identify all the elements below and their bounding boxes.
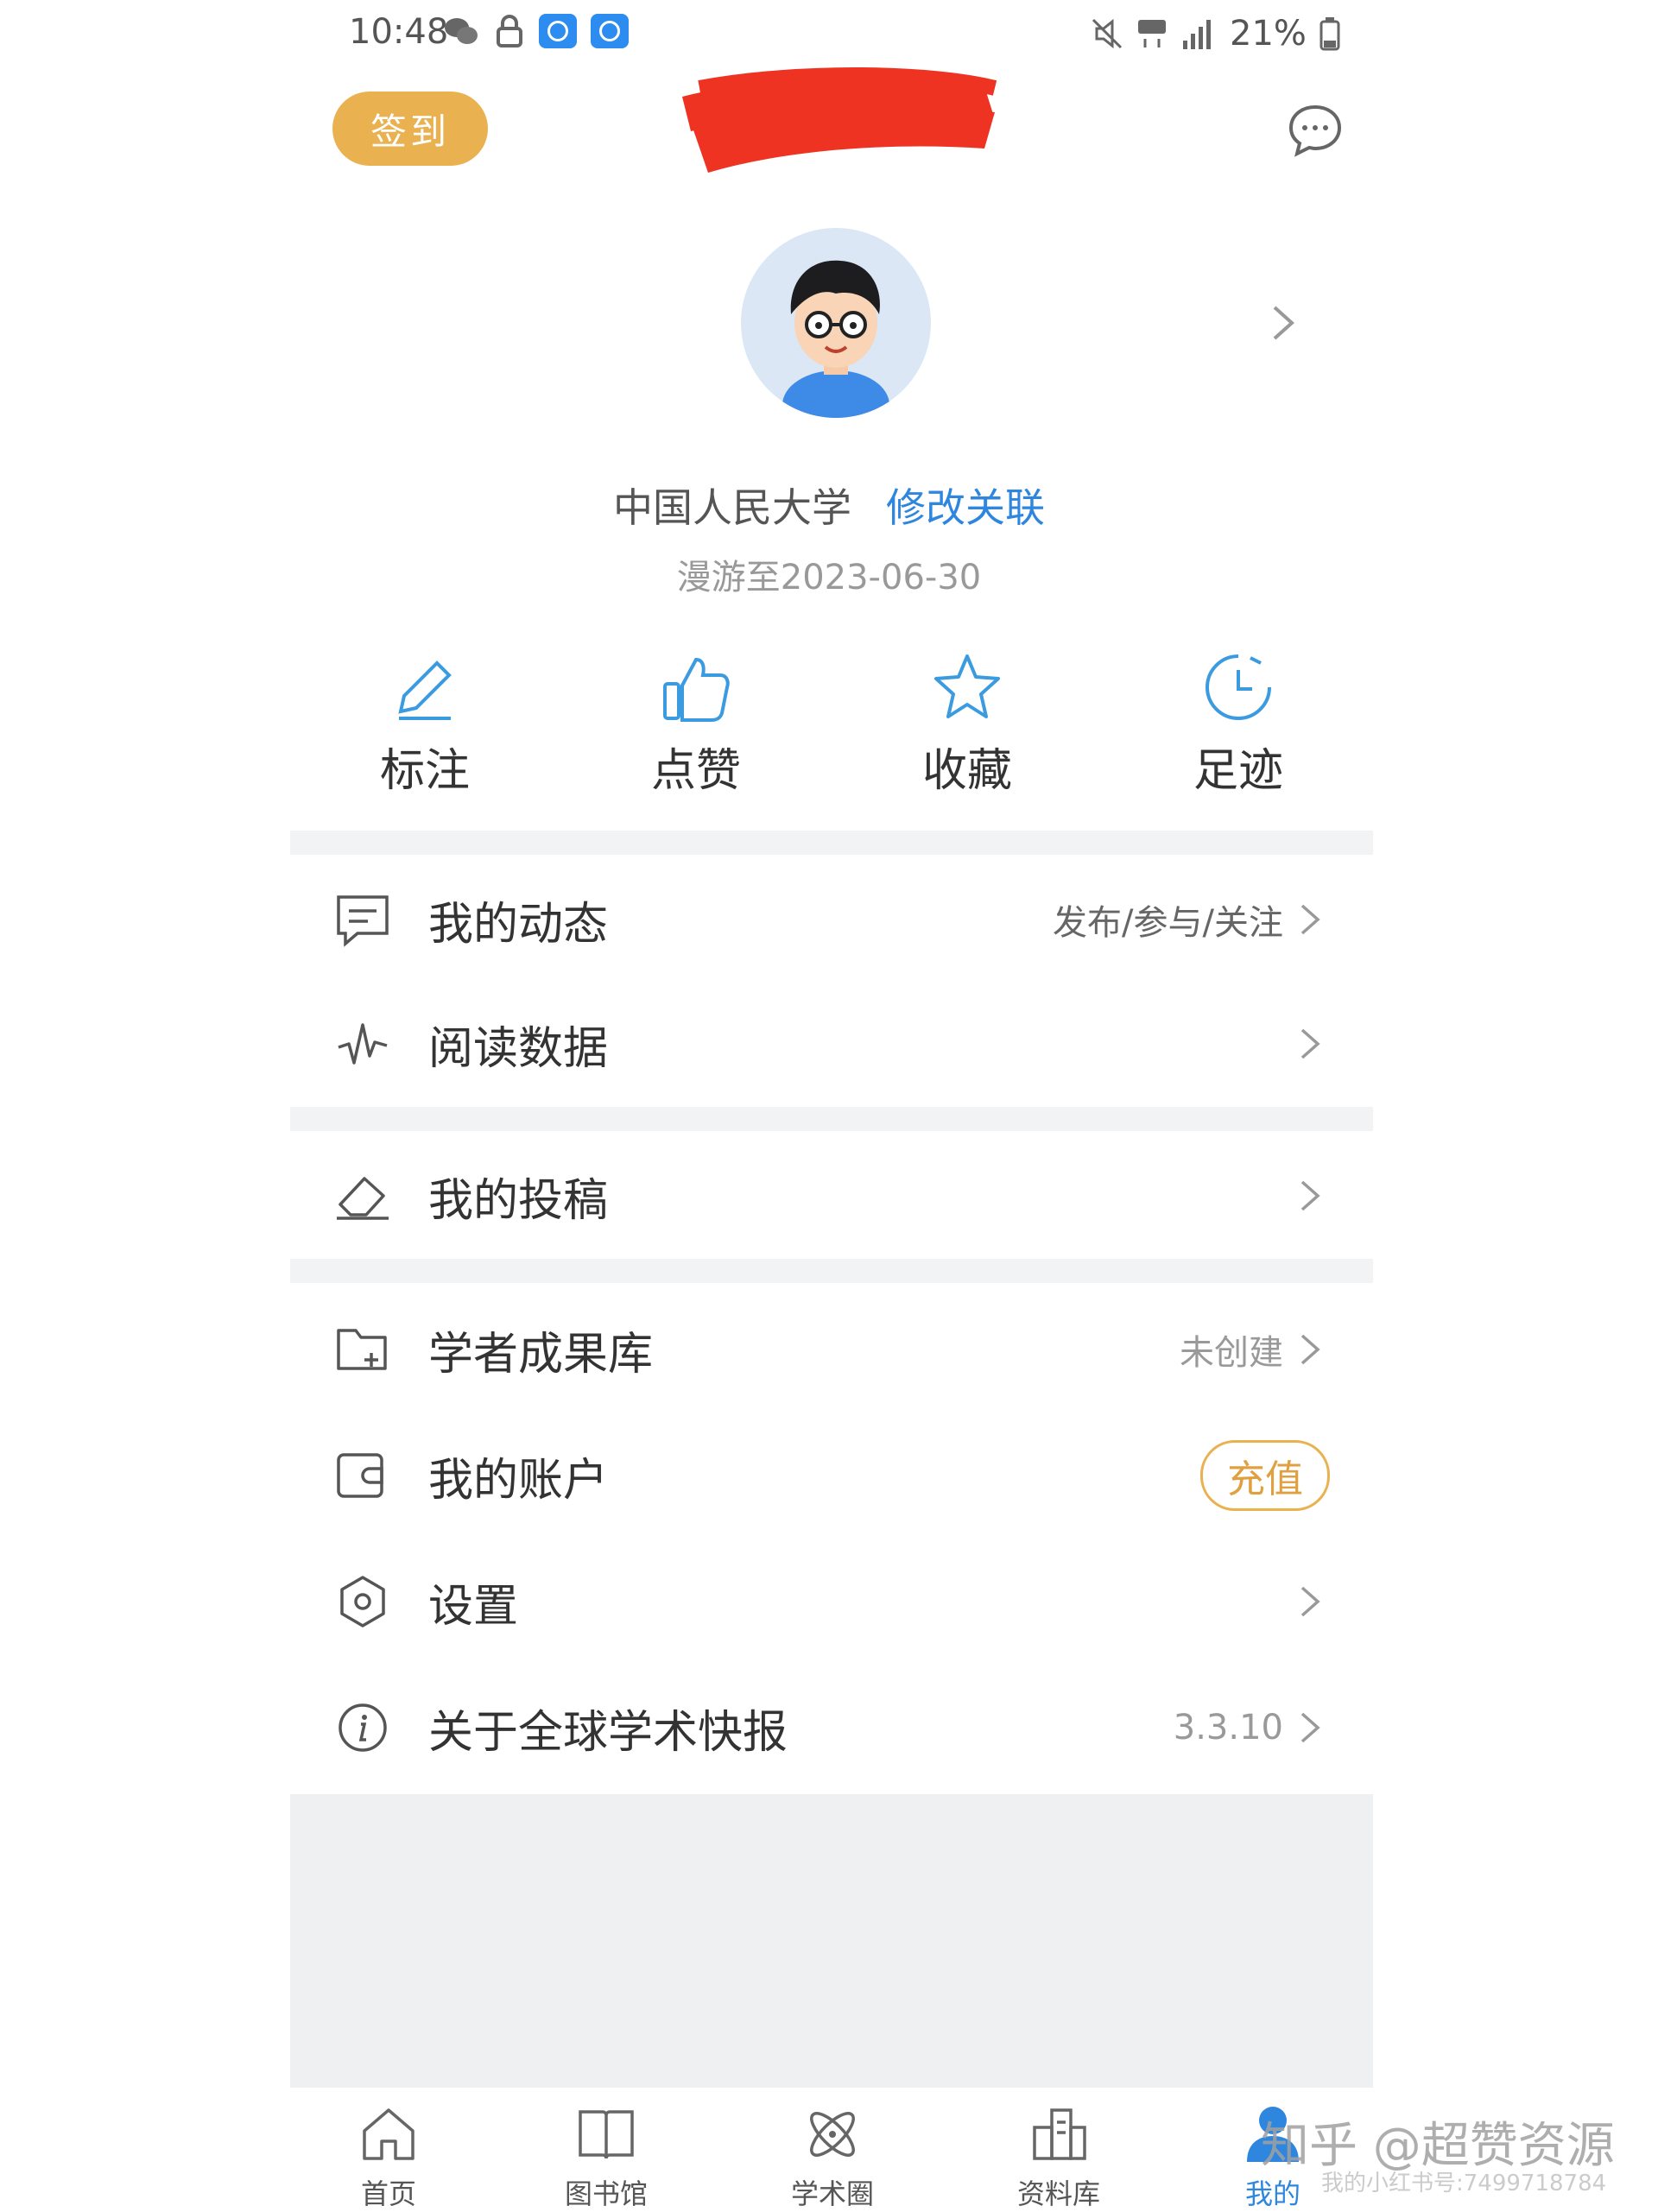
status-time: 10:48	[349, 12, 449, 52]
avatar-illustration	[782, 260, 889, 418]
chevron-right-icon	[1300, 1334, 1320, 1365]
battery-percent: 21%	[1230, 14, 1307, 54]
clock-icon	[1206, 654, 1271, 720]
nav-library[interactable]: 图书馆	[511, 2088, 701, 2212]
quick-favorite[interactable]: 收藏	[872, 649, 1062, 799]
empty-area	[290, 1794, 1373, 2088]
chevron-right-icon[interactable]	[1269, 302, 1297, 344]
nav-academic[interactable]: 学术圈	[737, 2088, 927, 2212]
thumbs-up-icon	[663, 657, 730, 722]
checkin-button[interactable]: 签到	[332, 92, 488, 166]
nav-label: 图书馆	[564, 2177, 648, 2210]
book-icon	[579, 2110, 634, 2159]
menu-settings[interactable]: 设置	[290, 1539, 1373, 1665]
chevron-right-icon	[1300, 1712, 1320, 1743]
info-icon	[339, 1703, 387, 1752]
quick-annotate[interactable]: 标注	[330, 649, 520, 799]
bottom-nav: 首页 图书馆 学术圈 资料库 我的	[290, 2088, 1373, 2210]
school-line: 中国人民大学 修改关联	[0, 477, 1658, 534]
avatar[interactable]	[741, 228, 931, 418]
menu-label: 阅读数据	[428, 1022, 609, 1075]
nav-label: 学术圈	[790, 2177, 874, 2210]
pencil-icon	[398, 660, 452, 720]
waveform-icon	[338, 1023, 388, 1065]
app-notification-icon	[539, 14, 577, 48]
menu-label: 我的账户	[428, 1454, 609, 1507]
edit-association-link[interactable]: 修改关联	[886, 484, 1045, 531]
building-icon	[1033, 2108, 1086, 2160]
watermark-sub: 我的小红书号:7499718784	[1321, 2171, 1607, 2196]
roam-date: 漫游至2023-06-30	[676, 558, 982, 597]
nav-home[interactable]: 首页	[294, 2088, 484, 2212]
section-divider	[290, 831, 1373, 855]
menu-my-account[interactable]: 我的账户 充值	[290, 1413, 1373, 1539]
menu-label: 我的投稿	[428, 1174, 609, 1227]
quick-label: 标注	[379, 745, 470, 797]
menu-about[interactable]: 关于全球学术快报 3.3.10	[290, 1665, 1373, 1791]
nav-database[interactable]: 资料库	[964, 2088, 1154, 2212]
menu-scholar-library[interactable]: 学者成果库 未创建	[290, 1286, 1373, 1413]
menu-my-submission[interactable]: 我的投稿	[290, 1133, 1373, 1259]
menu-right-text: 发布/参与/关注	[1053, 903, 1283, 943]
eraser-icon	[337, 1177, 389, 1220]
chevron-right-icon	[1300, 1180, 1320, 1211]
status-left-icons	[442, 14, 629, 48]
menu-label: 设置	[428, 1580, 519, 1633]
network-4g-icon	[1138, 20, 1166, 47]
app-version: 3.3.10	[1173, 1708, 1283, 1747]
section-divider	[290, 1107, 1373, 1131]
signal-icon	[1183, 20, 1211, 49]
menu-label: 我的动态	[428, 898, 609, 951]
redaction-scribble	[682, 66, 997, 173]
school-name: 中国人民大学	[613, 484, 851, 531]
chevron-right-icon	[1300, 904, 1320, 935]
menu-label: 关于全球学术快报	[428, 1706, 788, 1759]
message-square-icon	[337, 895, 389, 947]
menu-reading-data[interactable]: 阅读数据	[290, 981, 1373, 1107]
atom-icon	[810, 2112, 855, 2157]
menu-label: 学者成果库	[428, 1328, 654, 1381]
chevron-right-icon	[1300, 1586, 1320, 1617]
home-icon	[363, 2108, 414, 2160]
status-right: 21%	[1090, 14, 1341, 54]
lock-icon	[497, 15, 522, 47]
nav-label: 资料库	[1016, 2177, 1100, 2210]
folder-add-icon	[337, 1329, 387, 1370]
nav-label: 首页	[360, 2177, 416, 2210]
wechat-icon	[445, 18, 478, 44]
quick-label: 足迹	[1193, 745, 1283, 797]
battery-icon	[1319, 17, 1340, 51]
section-divider	[290, 1259, 1373, 1283]
quick-label: 收藏	[921, 745, 1012, 797]
app-notification-icon	[591, 14, 629, 48]
quick-like[interactable]: 点赞	[601, 649, 791, 799]
gear-icon	[340, 1576, 385, 1627]
recharge-button[interactable]: 充值	[1200, 1440, 1330, 1511]
message-icon[interactable]	[1287, 102, 1344, 159]
mute-icon	[1092, 18, 1123, 49]
star-icon	[934, 654, 1000, 718]
menu-my-dynamics[interactable]: 我的动态 发布/参与/关注	[290, 856, 1373, 983]
menu-right-text: 未创建	[1180, 1333, 1283, 1373]
wallet-icon	[337, 1453, 383, 1498]
quick-label: 点赞	[650, 745, 741, 797]
chevron-right-icon	[1300, 1028, 1320, 1059]
quick-footprint[interactable]: 足迹	[1143, 649, 1333, 799]
